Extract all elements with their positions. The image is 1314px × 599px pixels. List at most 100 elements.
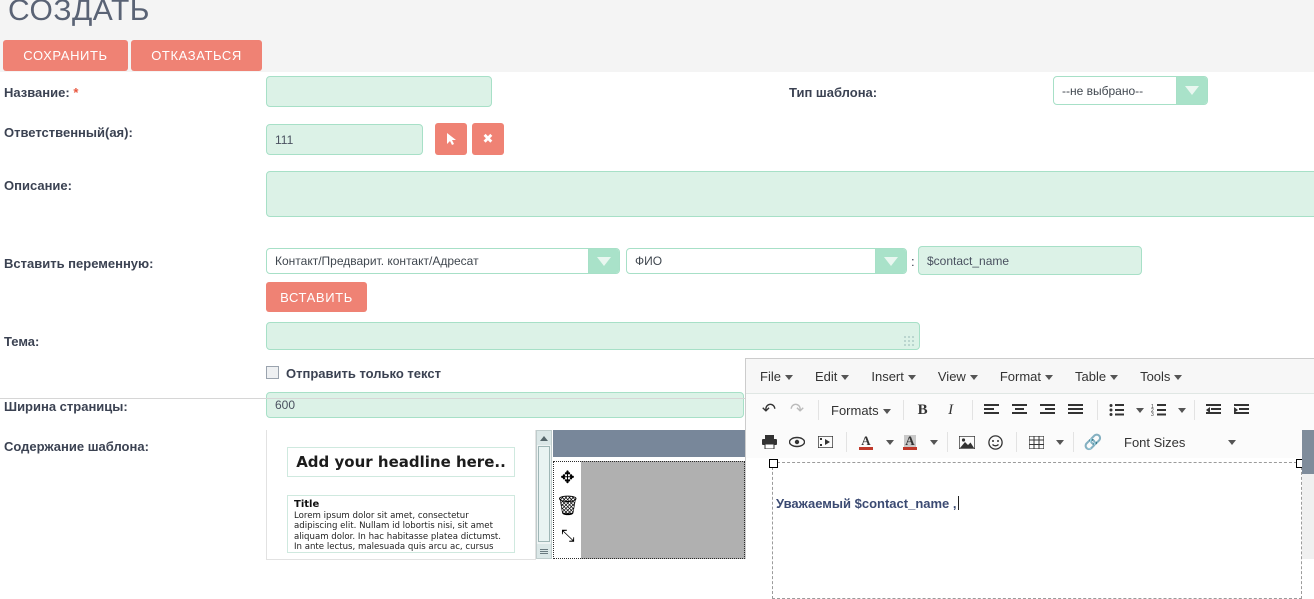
- chevron-down-icon: [1045, 375, 1053, 380]
- align-justify-icon[interactable]: [1063, 398, 1089, 422]
- chevron-down-icon[interactable]: [588, 249, 619, 273]
- chevron-down-icon[interactable]: [1174, 398, 1186, 422]
- canvas-body[interactable]: [553, 461, 745, 559]
- chevron-down-icon: [908, 375, 916, 380]
- variable-entity-select[interactable]: Контакт/Предварит. контакт/Адресат: [266, 248, 620, 274]
- menu-format[interactable]: Format: [1000, 369, 1053, 384]
- editor-content-area[interactable]: Уважаемый $contact_name ,: [746, 458, 1314, 559]
- menu-table-label: Table: [1075, 369, 1106, 384]
- scroll-up-icon[interactable]: [537, 431, 551, 445]
- text-only-label: Отправить только текст: [286, 366, 441, 381]
- toolbar-divider: [1194, 400, 1195, 420]
- text-only-checkbox[interactable]: [266, 366, 279, 379]
- template-preview-panel[interactable]: Add your headline here.. Title Lorem ips…: [266, 430, 536, 560]
- editor-toolbar-row-2[interactable]: A A 🔗 Font Sizes: [746, 426, 1314, 459]
- outdent-icon[interactable]: [1201, 398, 1227, 422]
- resize-handle-top-left[interactable]: [769, 459, 778, 468]
- toolbar-divider: [947, 432, 948, 452]
- font-sizes-dropdown[interactable]: Font Sizes: [1118, 435, 1191, 450]
- toolbar-divider: [972, 400, 973, 420]
- editor-menubar[interactable]: File Edit Insert View Format Table Tools: [746, 359, 1314, 394]
- bullet-list-icon[interactable]: [1104, 398, 1130, 422]
- variable-entity-value: Контакт/Предварит. контакт/Адресат: [267, 254, 588, 268]
- cancel-button[interactable]: ОТКАЗАТЬСЯ: [131, 40, 262, 71]
- menu-insert-label: Insert: [871, 369, 904, 384]
- chevron-down-icon[interactable]: [1176, 77, 1207, 104]
- preview-icon[interactable]: [784, 430, 810, 454]
- move-icon[interactable]: ✥: [560, 469, 574, 486]
- name-input[interactable]: [266, 76, 492, 107]
- editor-scroll-thumb[interactable]: [1302, 430, 1314, 474]
- chevron-down-icon[interactable]: [1132, 398, 1144, 422]
- emoticon-icon[interactable]: [982, 430, 1008, 454]
- menu-view[interactable]: View: [938, 369, 978, 384]
- print-icon[interactable]: [756, 430, 782, 454]
- print-glyph: [762, 435, 777, 449]
- responsible-input[interactable]: [266, 124, 423, 155]
- template-type-select[interactable]: --не выбрано--: [1053, 76, 1208, 105]
- outdent-glyph: [1206, 404, 1221, 416]
- preview-headline[interactable]: Add your headline here..: [287, 447, 515, 477]
- preview-text-block[interactable]: Title Lorem ipsum dolor sit amet, consec…: [287, 495, 515, 553]
- scroll-down-icon[interactable]: [537, 544, 551, 558]
- align-right-icon[interactable]: [1035, 398, 1061, 422]
- text-color-letter: A: [861, 435, 870, 447]
- chevron-down-icon[interactable]: [1223, 430, 1237, 454]
- selected-block-outline[interactable]: [772, 462, 1302, 599]
- subject-resize-grip[interactable]: [903, 335, 915, 347]
- align-left-icon[interactable]: [979, 398, 1005, 422]
- editor-scrollbar[interactable]: [1302, 430, 1314, 559]
- image-icon[interactable]: [954, 430, 980, 454]
- description-label: Описание:: [4, 178, 72, 193]
- page-width-input[interactable]: [266, 392, 744, 418]
- background-color-icon[interactable]: A: [897, 430, 923, 454]
- menu-file[interactable]: File: [760, 369, 793, 384]
- indent-icon[interactable]: [1229, 398, 1255, 422]
- menu-tools[interactable]: Tools: [1140, 369, 1182, 384]
- menu-edit-label: Edit: [815, 369, 837, 384]
- preview-scrollbar[interactable]: [536, 430, 552, 559]
- italic-icon[interactable]: I: [938, 398, 964, 422]
- align-center-icon[interactable]: [1007, 398, 1033, 422]
- cursor-arrow-icon[interactable]: [435, 123, 467, 155]
- toolbar-divider: [1097, 400, 1098, 420]
- variable-separator: :: [911, 254, 915, 269]
- variable-field-select[interactable]: ФИО: [626, 248, 907, 274]
- table-glyph: [1029, 436, 1044, 449]
- chevron-down-icon: [883, 409, 891, 414]
- chevron-down-icon: [785, 375, 793, 380]
- chevron-down-icon[interactable]: [875, 249, 906, 273]
- editor-toolbar-row-1[interactable]: ↶ ↷ Formats B I: [746, 394, 1314, 426]
- redo-icon[interactable]: ↷: [784, 398, 810, 422]
- insert-variable-button[interactable]: ВСТАВИТЬ: [266, 282, 367, 312]
- menu-edit[interactable]: Edit: [815, 369, 849, 384]
- indent-glyph: [1234, 404, 1249, 416]
- formats-dropdown[interactable]: Formats: [825, 403, 897, 418]
- trash-icon[interactable]: 🗑: [555, 497, 579, 516]
- text-color-swatch: [859, 447, 873, 450]
- scroll-thumb[interactable]: [538, 446, 550, 542]
- resize-icon[interactable]: ⤢: [559, 529, 576, 543]
- table-icon[interactable]: [1023, 430, 1049, 454]
- chevron-down-icon[interactable]: [1051, 430, 1065, 454]
- block-tools-strip[interactable]: ✥ 🗑 ⤢: [553, 461, 581, 559]
- editor-content-text[interactable]: Уважаемый $contact_name ,: [776, 496, 959, 511]
- chevron-down-icon[interactable]: [925, 430, 939, 454]
- menu-insert[interactable]: Insert: [871, 369, 916, 384]
- description-textarea[interactable]: [266, 171, 1314, 217]
- link-icon[interactable]: 🔗: [1080, 430, 1106, 454]
- save-button[interactable]: СОХРАНИТЬ: [3, 40, 128, 71]
- media-icon[interactable]: [812, 430, 838, 454]
- template-content-label: Содержание шаблона:: [4, 439, 149, 454]
- menu-tools-label: Tools: [1140, 369, 1170, 384]
- bold-icon[interactable]: B: [910, 398, 936, 422]
- rich-text-editor[interactable]: File Edit Insert View Format Table Tools…: [745, 358, 1314, 559]
- clear-button[interactable]: ✖: [472, 123, 504, 155]
- text-color-icon[interactable]: A: [853, 430, 879, 454]
- menu-table[interactable]: Table: [1075, 369, 1118, 384]
- numbered-list-icon[interactable]: 123: [1146, 398, 1172, 422]
- chevron-down-icon[interactable]: [881, 430, 895, 454]
- name-label: Название: *: [4, 85, 78, 100]
- undo-icon[interactable]: ↶: [756, 398, 782, 422]
- subject-textarea[interactable]: [266, 322, 920, 350]
